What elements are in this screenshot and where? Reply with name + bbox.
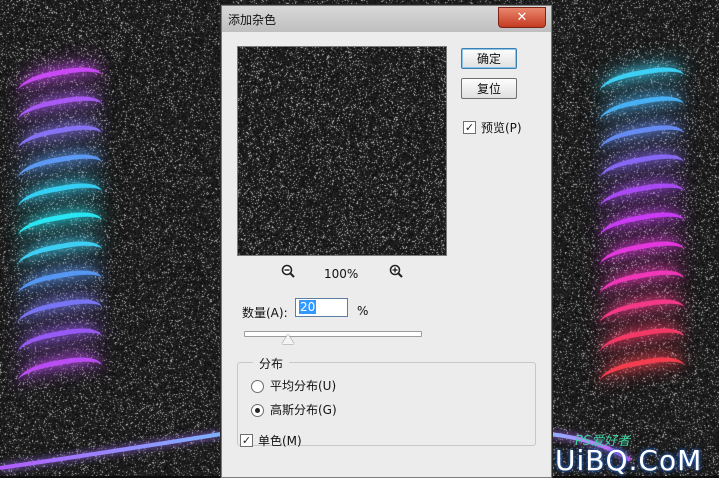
- dialog-content: 确定 复位 ✓ 预览(P) 100% 数量(A): 20 % 分布 平均分布(U…: [222, 32, 551, 477]
- close-icon: ✕: [517, 10, 528, 25]
- close-button[interactable]: ✕: [498, 7, 546, 28]
- preview-image: [238, 47, 446, 255]
- amount-label: 数量(A):: [242, 304, 288, 321]
- dialog-title: 添加杂色: [228, 11, 276, 28]
- zoom-out-icon[interactable]: [281, 264, 295, 278]
- neon-coil-right: [592, 70, 692, 415]
- monochromatic-label: 单色(M): [258, 432, 302, 449]
- reset-button[interactable]: 复位: [461, 78, 517, 99]
- gaussian-label: 高斯分布(G): [270, 401, 337, 418]
- uniform-label: 平均分布(U): [270, 377, 336, 394]
- uniform-radio[interactable]: [251, 380, 264, 393]
- preview-pane[interactable]: [237, 46, 447, 256]
- zoom-in-icon[interactable]: [389, 264, 403, 278]
- zoom-level: 100%: [324, 267, 358, 281]
- neon-coil-left: [10, 70, 110, 415]
- preview-label: 预览(P): [481, 119, 522, 136]
- add-noise-dialog: 添加杂色 ✕ 确定 复位 ✓ 预览(P) 100% 数量(A): 20 % 分布…: [221, 5, 552, 478]
- amount-slider-track[interactable]: [244, 331, 422, 337]
- distribution-title: 分布: [253, 355, 289, 372]
- amount-value: 20: [299, 300, 316, 314]
- amount-input[interactable]: 20: [295, 298, 348, 317]
- amount-slider-thumb[interactable]: [282, 334, 294, 344]
- dialog-titlebar[interactable]: 添加杂色 ✕: [222, 6, 551, 32]
- preview-checkbox[interactable]: ✓: [463, 121, 476, 134]
- monochromatic-checkbox[interactable]: ✓: [240, 434, 253, 447]
- gaussian-radio[interactable]: [251, 404, 264, 417]
- site-watermark: PS爱好者 UiBQ.CoM: [555, 430, 719, 476]
- watermark-logo: UiBQ.CoM: [555, 444, 702, 477]
- ok-button[interactable]: 确定: [461, 48, 517, 69]
- amount-unit: %: [357, 304, 368, 318]
